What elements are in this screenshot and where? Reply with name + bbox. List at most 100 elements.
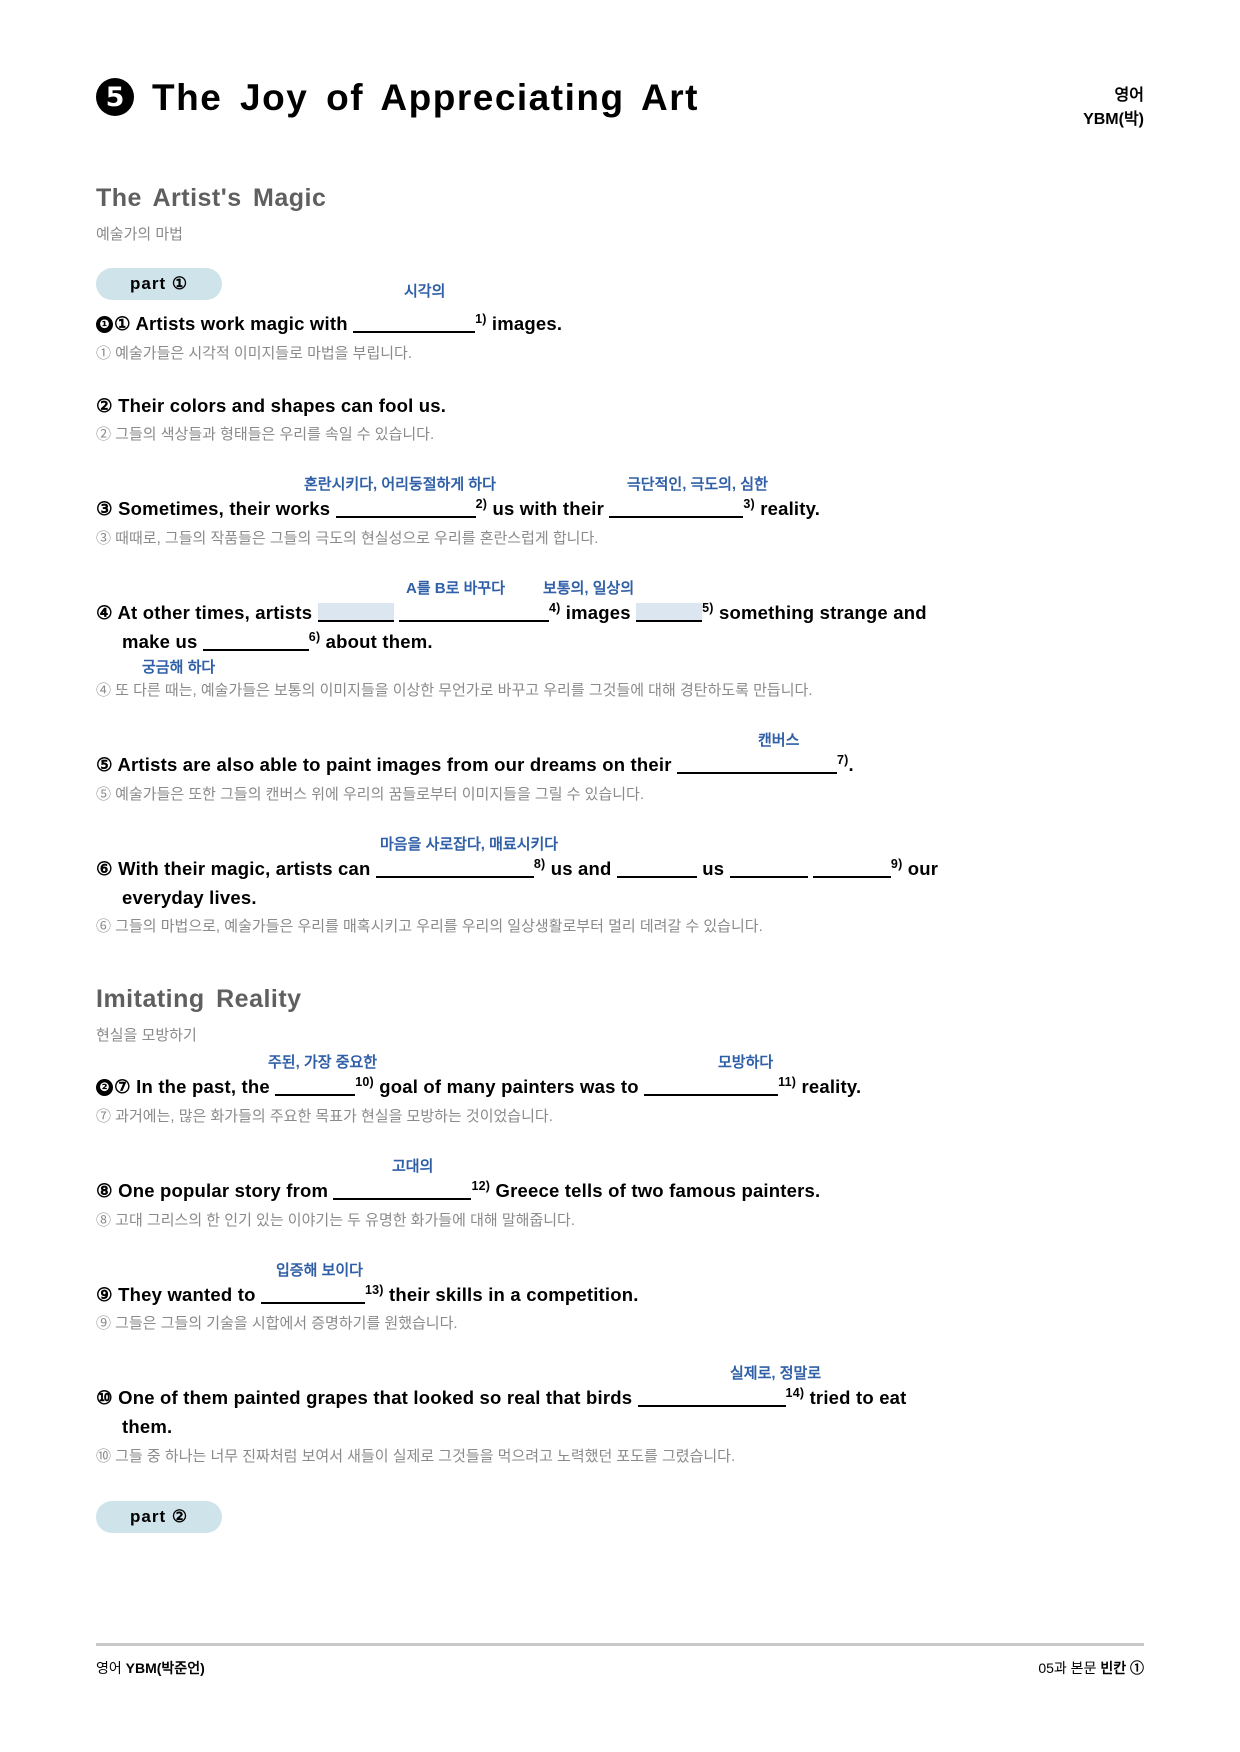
sentence-block-6: 마음을 사로잡다, 매료시키다 ⑥ With their magic, arti… <box>96 833 1144 939</box>
footnote-5: 5) <box>702 600 714 615</box>
hint-s3-a: 혼란시키다, 어리둥절하게 하다 <box>304 476 496 494</box>
sentence-4-text-c: something strange and <box>718 602 927 624</box>
footer-right-plain: 05과 본문 <box>1038 1660 1101 1676</box>
blank-13[interactable] <box>260 1285 365 1304</box>
blank-12[interactable] <box>333 1181 472 1201</box>
footnote-8: 8) <box>533 856 546 871</box>
sentence-7-en: ❷⑦ In the past, the 10) goal of many pai… <box>96 1073 1144 1102</box>
sentence-1-en: ❶① Artists work magic with 1) images. <box>96 310 1144 339</box>
sentence-4-text-e: about them. <box>325 630 433 652</box>
page-footer: 영어 YBM(박준언) 05과 본문 빈칸 ① <box>96 1643 1144 1678</box>
hint-s4-a: A를 B로 바꾸다 <box>406 580 506 598</box>
sentence-block-3: 혼란시키다, 어리둥절하게 하다 극단적인, 극도의, 심한 ③ Sometim… <box>96 473 1144 551</box>
blank-9a[interactable] <box>616 859 697 879</box>
page-title: The Joy of Appreciating Art <box>152 76 699 118</box>
sentence-8-en: ⑧ One popular story from 12) Greece tell… <box>96 1177 1144 1206</box>
footnote-7: 7) <box>836 753 849 768</box>
sentence-2-ko: ② 그들의 색상들과 형태들은 우리를 속일 수 있습니다. <box>96 426 435 444</box>
sentence-8-text-a: One popular story from <box>118 1180 329 1202</box>
footnote-12: 12) <box>471 1178 491 1193</box>
sentence-5-en: ⑤ Artists are also able to paint images … <box>96 751 1144 780</box>
sentence-7-text-a: In the past, the <box>136 1076 270 1098</box>
footnote-1: 1) <box>475 311 487 326</box>
sentence-block-4: A를 B로 바꾸다 보통의, 일상의 ④ At other times, art… <box>96 577 1144 703</box>
sentence-block-1: ❶① Artists work magic with 1) images. ① … <box>96 310 1144 366</box>
blank-3[interactable] <box>609 499 744 519</box>
sentence-2-en: ② Their colors and shapes can fool us. <box>96 392 1144 421</box>
blank-14[interactable] <box>637 1388 786 1408</box>
sentence-7-ko: ⑦ 과거에는, 많은 화가들의 주요한 목표가 현실을 모방하는 것이었습니다. <box>96 1108 553 1126</box>
part-pill-2-wrap: part ② <box>96 1469 1144 1533</box>
hint-row-9: 입증해 보이다 <box>96 1259 1144 1281</box>
sentence-3-number: ③ <box>96 498 113 520</box>
footnote-13: 13) <box>364 1282 384 1297</box>
section-subtitle-artists-magic: 예술가의 마법 <box>96 226 183 243</box>
footer-divider <box>96 1643 1144 1646</box>
sentence-4-text-a: At other times, artists <box>117 602 313 624</box>
footer-right: 05과 본문 빈칸 ① <box>1038 1658 1144 1678</box>
sentence-4-text-d: make us <box>122 630 198 652</box>
sentence-1-number: ① <box>114 313 131 334</box>
hint-s1: 시각의 <box>404 283 446 300</box>
hint-s4-b: 보통의, 일상의 <box>543 580 635 598</box>
sentence-6-text-d: our <box>907 858 939 880</box>
blank-5[interactable] <box>636 603 703 623</box>
blank-2[interactable] <box>335 499 476 519</box>
footnote-3: 3) <box>743 497 755 512</box>
sentence-1-text-b: images. <box>491 313 563 334</box>
footnote-10: 10) <box>355 1075 374 1090</box>
sentence-8-number: ⑧ <box>96 1180 113 1202</box>
header-meta: 영어 YBM(박) <box>1083 78 1144 132</box>
sentence-8-text-b: Greece tells of two famous painters. <box>495 1180 821 1202</box>
blank-7[interactable] <box>676 755 837 775</box>
sentence-4-ko: ④ 또 다른 때는, 예술가들은 보통의 이미지들을 이상한 무언가로 바꾸고 … <box>96 682 813 700</box>
sentence-block-9: 입증해 보이다 ⑨ They wanted to 13) their skill… <box>96 1259 1144 1337</box>
sentence-block-5: 캔버스 ⑤ Artists are also able to paint ima… <box>96 729 1144 807</box>
footer-right-bold: 빈칸 ① <box>1100 1660 1144 1676</box>
blank-4[interactable] <box>398 603 549 623</box>
hint-row-5: 캔버스 <box>96 729 1144 751</box>
hint-row-7: 주된, 가장 중요한 모방하다 <box>96 1051 1144 1073</box>
sentence-4-number: ④ <box>96 602 113 624</box>
blank-11[interactable] <box>644 1077 779 1097</box>
sentence-block-8: 고대의 ⑧ One popular story from 12) Greece … <box>96 1155 1144 1233</box>
footnote-6: 6) <box>308 629 321 644</box>
hint-row-10: 실제로, 정말로 <box>96 1362 1144 1384</box>
blank-10[interactable] <box>275 1077 356 1097</box>
sentence-5-text-b: . <box>848 754 854 776</box>
section-subtitle-imitating-reality: 현실을 모방하기 <box>96 1027 197 1045</box>
footnote-2: 2) <box>475 497 488 512</box>
hint-s5: 캔버스 <box>758 732 800 750</box>
footnote-4: 4) <box>548 600 561 615</box>
sentence-6-en: ⑥ With their magic, artists can 8) us an… <box>96 855 1144 884</box>
sentence-block-7: 주된, 가장 중요한 모방하다 ❷⑦ In the past, the 10) … <box>96 1051 1144 1129</box>
blank-9b[interactable] <box>729 859 808 879</box>
sentence-6-ko: ⑥ 그들의 마법으로, 예술가들은 우리를 매혹시키고 우리를 우리의 일상생활… <box>96 918 763 936</box>
sentence-1-ko: ① 예술가들은 시각적 이미지들로 마법을 부립니다. <box>96 344 413 362</box>
blank-6[interactable] <box>202 632 309 651</box>
blank-8[interactable] <box>375 859 534 879</box>
sentence-10-en: ⑩ One of them painted grapes that looked… <box>96 1384 1144 1413</box>
footnote-14: 14) <box>785 1386 805 1401</box>
sentence-10-text-c: them. <box>122 1416 173 1438</box>
hint-row-4: A를 B로 바꾸다 보통의, 일상의 <box>96 577 1144 599</box>
sentence-3-text-b: us with their <box>492 498 604 520</box>
blank-9[interactable] <box>812 859 891 879</box>
subject-label: 영어 <box>1114 87 1144 104</box>
sentence-4-en-line2: make us 6) about them. <box>96 628 1144 657</box>
sentence-9-text-b: their skills in a competition. <box>388 1283 639 1305</box>
part-pill-2: part ② <box>96 1500 223 1533</box>
hint-s9: 입증해 보이다 <box>276 1261 363 1279</box>
footer-left-plain: 영어 <box>96 1660 126 1676</box>
publisher-label: YBM(박) <box>1083 111 1144 128</box>
hint-s8: 고대의 <box>392 1158 434 1176</box>
part-pill-1: part ① <box>96 268 223 300</box>
blank-4a[interactable] <box>317 603 394 623</box>
sentence-5-text-a: Artists are also able to paint images fr… <box>117 754 672 776</box>
sentence-7-number: ⑦ <box>114 1076 131 1098</box>
sentence-10-text-a: One of them painted grapes that looked s… <box>118 1387 633 1409</box>
blank-1[interactable] <box>353 314 476 333</box>
sentence-6-text-e: everyday lives. <box>122 886 257 908</box>
hint-s7-b: 모방하다 <box>718 1054 774 1072</box>
unit-number-badge: 5 <box>96 78 134 116</box>
